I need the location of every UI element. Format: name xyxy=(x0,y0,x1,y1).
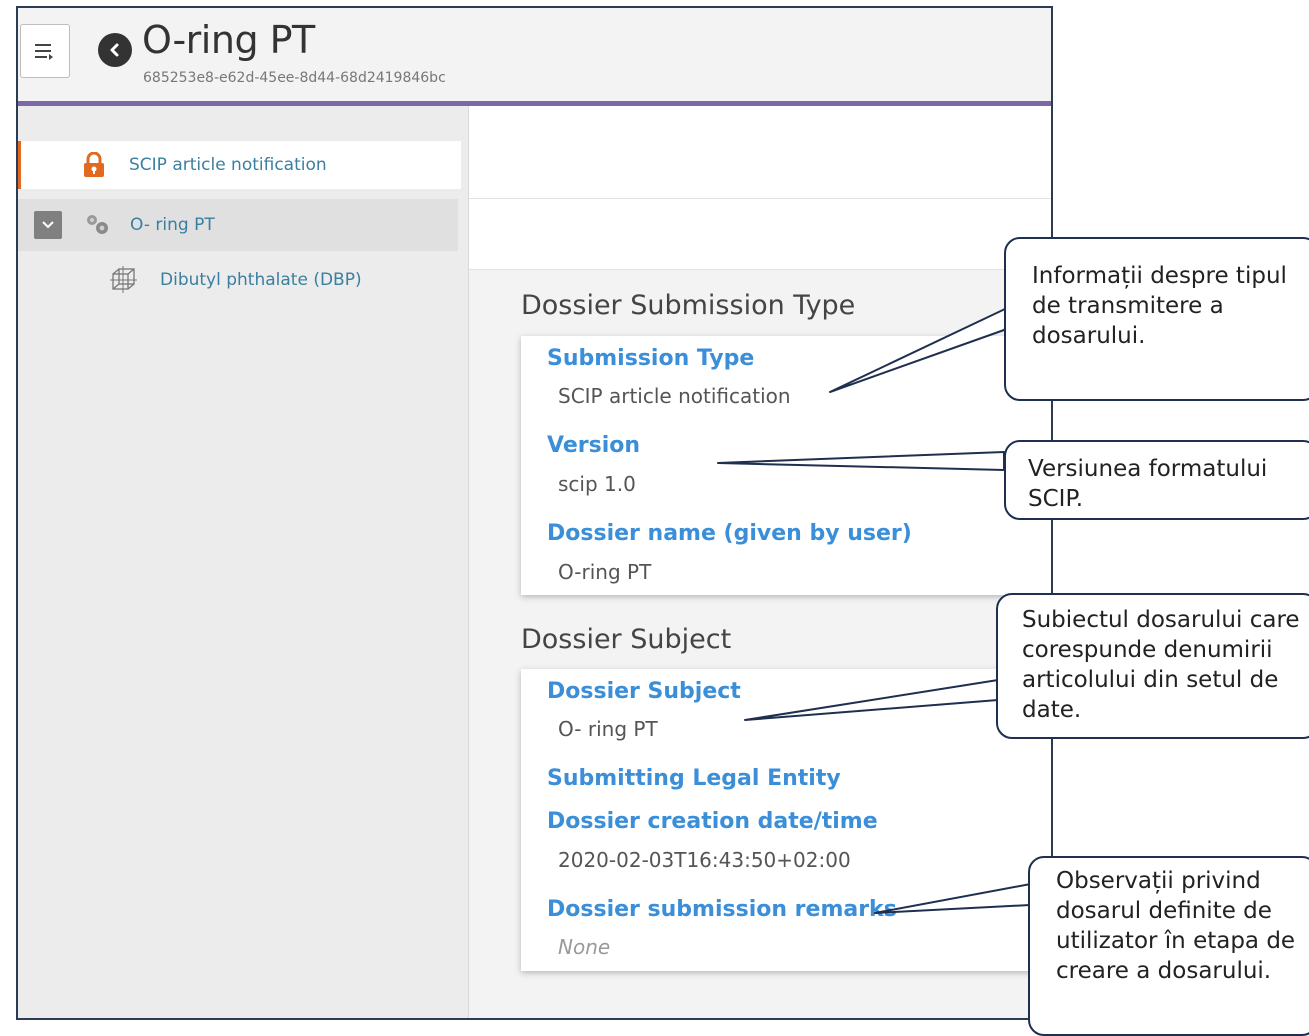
callout-text: Versiunea formatului SCIP. xyxy=(1028,456,1268,512)
callout-submission-type: Informații despre tipul de transmitere a… xyxy=(1004,237,1309,401)
callout-text: Subiectul dosarului care corespunde denu… xyxy=(1022,607,1300,723)
callout-version: Versiunea formatului SCIP. xyxy=(1004,440,1309,520)
callout-dossier-subject: Subiectul dosarului care corespunde denu… xyxy=(996,593,1309,739)
callout-text: Informații despre tipul de transmitere a… xyxy=(1032,263,1287,349)
callout-text: Observații privind dosarul definite de u… xyxy=(1056,868,1296,984)
callout-remarks: Observații privind dosarul definite de u… xyxy=(1028,856,1309,1036)
